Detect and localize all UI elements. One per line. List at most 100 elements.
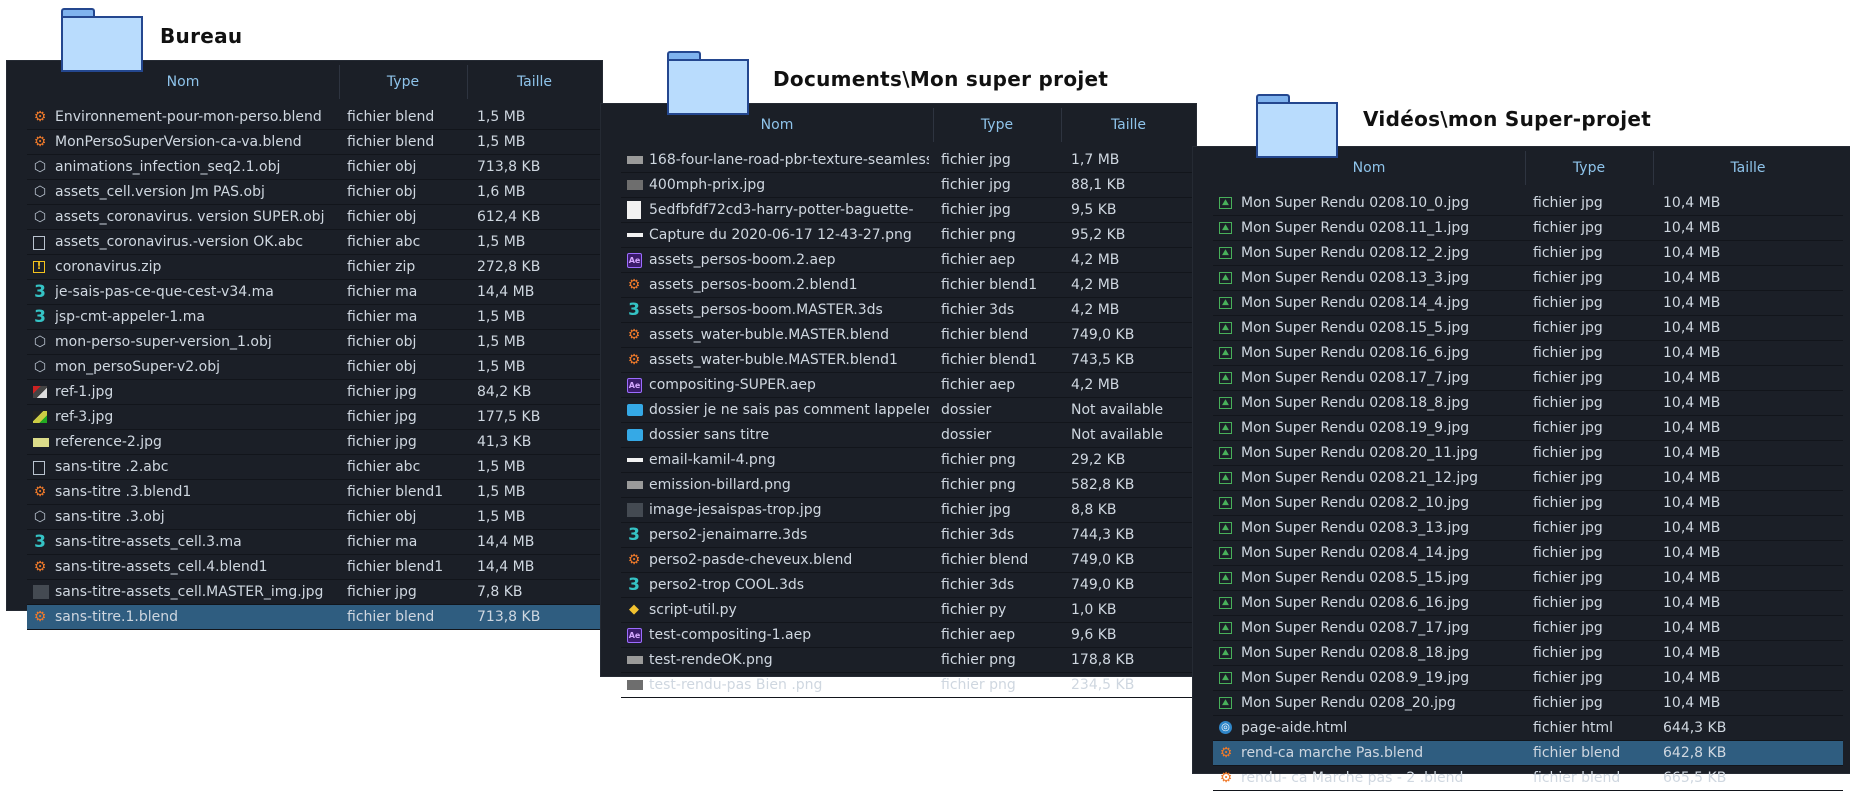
file-row[interactable]: sans-titre-assets_cell.4.blend1 fichier b… — [27, 555, 602, 580]
file-row[interactable]: Mon Super Rendu 0208.16_6.jpg fichier jpg… — [1213, 341, 1843, 366]
file-row[interactable]: Mon Super Rendu 0208.18_8.jpg fichier jpg… — [1213, 391, 1843, 416]
file-type: fichier obj — [347, 334, 417, 350]
file-row[interactable]: 5edfbfdf72cd3-harry-potter-baguette-fich… — [621, 198, 1196, 223]
file-row[interactable]: Mon Super Rendu 0208.11_1.jpg fichier jpg… — [1213, 216, 1843, 241]
file-row[interactable]: rendu- ca Marche pas - 2 .blend fichier b… — [1213, 766, 1843, 791]
file-type: fichier obj — [347, 509, 417, 525]
file-row[interactable]: assets_water-buble.MASTER.blend1 fichier … — [621, 348, 1196, 373]
jpg-file-icon — [1219, 422, 1232, 434]
file-row[interactable]: ref-1.jpg fichier jpg 84,2 KB — [27, 380, 602, 405]
file-row[interactable]: Capture du 2020-06-17 12-43-27.png fichie… — [621, 223, 1196, 248]
file-row[interactable]: Mon Super Rendu 0208.20_11.jpg fichier jp… — [1213, 441, 1843, 466]
file-type: fichier jpg — [1533, 570, 1603, 586]
file-row[interactable]: mon_persoSuper-v2.obj fichier obj 1,5 MB — [27, 355, 602, 380]
file-row[interactable]: MonPersoSuperVersion-ca-va.blend fichier … — [27, 130, 602, 155]
file-row[interactable]: Mon Super Rendu 0208.12_2.jpg fichier jpg… — [1213, 241, 1843, 266]
file-row[interactable]: sans-titre .2.abc fichier abc 1,5 MB — [27, 455, 602, 480]
file-row[interactable]: Mon Super Rendu 0208.8_18.jpg fichier jpg… — [1213, 641, 1843, 666]
file-row[interactable]: test-compositing-1.aep fichier aep 9,6 KB — [621, 623, 1196, 648]
column-header-size[interactable]: Taille — [1653, 151, 1843, 185]
file-row[interactable]: coronavirus.zip fichier zip 272,8 KB — [27, 255, 602, 280]
file-name: je-sais-pas-ce-que-cest-v34.ma — [55, 284, 274, 300]
column-header-size[interactable]: Taille — [1061, 108, 1196, 142]
file-row[interactable]: Mon Super Rendu 0208.17_7.jpg fichier jpg… — [1213, 366, 1843, 391]
file-row[interactable]: animations_infection_seq2.1.obj fichier o… — [27, 155, 602, 180]
file-row[interactable]: sans-titre.1.blend fichier blend 713,8 KB — [27, 605, 602, 630]
file-row[interactable]: Mon Super Rendu 0208.14_4.jpg fichier jpg… — [1213, 291, 1843, 316]
file-size: 4,2 MB — [1071, 277, 1120, 293]
file-type: fichier jpg — [941, 152, 1011, 168]
file-row[interactable]: Mon Super Rendu 0208.13_3.jpg fichier jpg… — [1213, 266, 1843, 291]
file-row[interactable]: Mon Super Rendu 0208.4_14.jpg fichier jpg… — [1213, 541, 1843, 566]
file-name: sans-titre .3.obj — [55, 509, 165, 525]
file-row[interactable]: page-aide.html fichier html 644,3 KB — [1213, 716, 1843, 741]
column-header-type[interactable]: Type — [339, 65, 468, 99]
file-row[interactable]: Mon Super Rendu 0208.6_16.jpg fichier jpg… — [1213, 591, 1843, 616]
file-row[interactable]: Mon Super Rendu 0208.15_5.jpg fichier jpg… — [1213, 316, 1843, 341]
file-name: animations_infection_seq2.1.obj — [55, 159, 281, 175]
file-row[interactable]: perso2-jenaimarre.3ds fichier 3ds 744,3 KB — [621, 523, 1196, 548]
file-row[interactable]: Mon Super Rendu 0208.5_15.jpg fichier jpg… — [1213, 566, 1843, 591]
file-row[interactable]: test-rendeOK.png fichier png 178,8 KB — [621, 648, 1196, 673]
file-row[interactable]: email-kamil-4.png fichier png 29,2 KB — [621, 448, 1196, 473]
file-row[interactable]: reference-2.jpg fichier jpg 41,3 KB — [27, 430, 602, 455]
file-row[interactable]: Mon Super Rendu 0208.9_19.jpg fichier jpg… — [1213, 666, 1843, 691]
file-row[interactable]: test-rendu-pas Bien .png fichier png 234,5… — [621, 673, 1196, 698]
file-name: Mon Super Rendu 0208_20.jpg — [1241, 695, 1456, 711]
file-size: 272,8 KB — [477, 259, 541, 275]
file-row[interactable]: dossier je ne sais pas comment lappeler d… — [621, 398, 1196, 423]
file-row[interactable]: jsp-cmt-appeler-1.ma fichier ma 1,5 MB — [27, 305, 602, 330]
file-row[interactable]: assets_coronavirus. version SUPER.obj fic… — [27, 205, 602, 230]
file-row[interactable]: assets_persos-boom.2.blend1 fichier blend… — [621, 273, 1196, 298]
file-row[interactable]: ref-3.jpg fichier jpg 177,5 KB — [27, 405, 602, 430]
file-row[interactable]: je-sais-pas-ce-que-cest-v34.ma fichier ma… — [27, 280, 602, 305]
file-row[interactable]: Environnement-pour-mon-perso.blend fichie… — [27, 105, 602, 130]
file-row[interactable]: Mon Super Rendu 0208.19_9.jpg fichier jpg… — [1213, 416, 1843, 441]
column-header-type[interactable]: Type — [933, 108, 1062, 142]
img-file-icon — [627, 180, 643, 190]
file-type: fichier blend — [941, 327, 1029, 343]
file-row[interactable]: compositing-SUPER.aep fichier aep 4,2 MB — [621, 373, 1196, 398]
file-row[interactable]: script-util.py fichier py 1,0 KB — [621, 598, 1196, 623]
file-type: fichier png — [941, 677, 1016, 693]
file-size: 41,3 KB — [477, 434, 532, 450]
file-row[interactable]: sans-titre-assets_cell.MASTER_img.jpg fic… — [27, 580, 602, 605]
file-size: 88,1 KB — [1071, 177, 1126, 193]
file-row[interactable]: emission-billard.png fichier png 582,8 KB — [621, 473, 1196, 498]
file-row[interactable]: sans-titre .3.blend1 fichier blend1 1,5 MB — [27, 480, 602, 505]
file-size: 1,5 MB — [477, 484, 526, 500]
file-row[interactable]: dossier sans titre dossier Not available — [621, 423, 1196, 448]
darkimg-file-icon — [627, 503, 643, 517]
file-row[interactable]: Mon Super Rendu 0208.7_17.jpg fichier jpg… — [1213, 616, 1843, 641]
file-name: Mon Super Rendu 0208.14_4.jpg — [1241, 295, 1470, 311]
file-row[interactable]: 168-four-lane-road-pbr-texture-seamless-… — [621, 148, 1196, 173]
file-row[interactable]: Mon Super Rendu 0208.21_12.jpg fichier jp… — [1213, 466, 1843, 491]
file-name: perso2-pasde-cheveux.blend — [649, 552, 853, 568]
file-row[interactable]: Mon Super Rendu 0208.10_0.jpg fichier jpg… — [1213, 191, 1843, 216]
greyimg-file-icon — [627, 481, 643, 489]
file-row[interactable]: assets_water-buble.MASTER.blend fichier b… — [621, 323, 1196, 348]
file-row[interactable]: assets_coronavirus.-version OK.abc fichie… — [27, 230, 602, 255]
file-row[interactable]: sans-titre .3.obj fichier obj 1,5 MB — [27, 505, 602, 530]
file-row[interactable]: assets_persos-boom.MASTER.3ds fichier 3ds… — [621, 298, 1196, 323]
file-type: dossier — [941, 427, 992, 443]
file-row[interactable]: sans-titre-assets_cell.3.ma fichier ma 14,… — [27, 530, 602, 555]
file-row[interactable]: perso2-trop COOL.3ds fichier 3ds 749,0 KB — [621, 573, 1196, 598]
file-row[interactable]: 400mph-prix.jpg fichier jpg 88,1 KB — [621, 173, 1196, 198]
file-size: 665,5 KB — [1663, 770, 1727, 786]
file-row[interactable]: assets_persos-boom.2.aep fichier aep 4,2 M… — [621, 248, 1196, 273]
file-row[interactable]: assets_cell.version Jm PAS.obj fichier ob… — [27, 180, 602, 205]
file-row[interactable]: perso2-pasde-cheveux.blend fichier blend 7… — [621, 548, 1196, 573]
file-row[interactable]: image-jesaispas-trop.jpg fichier jpg 8,8 K… — [621, 498, 1196, 523]
file-size: 10,4 MB — [1663, 570, 1721, 586]
column-header-size[interactable]: Taille — [467, 65, 602, 99]
file-row[interactable]: Mon Super Rendu 0208.2_10.jpg fichier jpg… — [1213, 491, 1843, 516]
file-row[interactable]: mon-perso-super-version_1.obj fichier obj… — [27, 330, 602, 355]
file-size: 10,4 MB — [1663, 245, 1721, 261]
file-row[interactable]: Mon Super Rendu 0208_20.jpg fichier jpg 10… — [1213, 691, 1843, 716]
file-row[interactable]: Mon Super Rendu 0208.3_13.jpg fichier jpg… — [1213, 516, 1843, 541]
file-type: fichier jpg — [1533, 245, 1603, 261]
file-row[interactable]: rend-ca marche Pas.blend fichier blend 642… — [1213, 741, 1843, 766]
img4-file-icon — [33, 438, 49, 447]
column-header-type[interactable]: Type — [1525, 151, 1654, 185]
